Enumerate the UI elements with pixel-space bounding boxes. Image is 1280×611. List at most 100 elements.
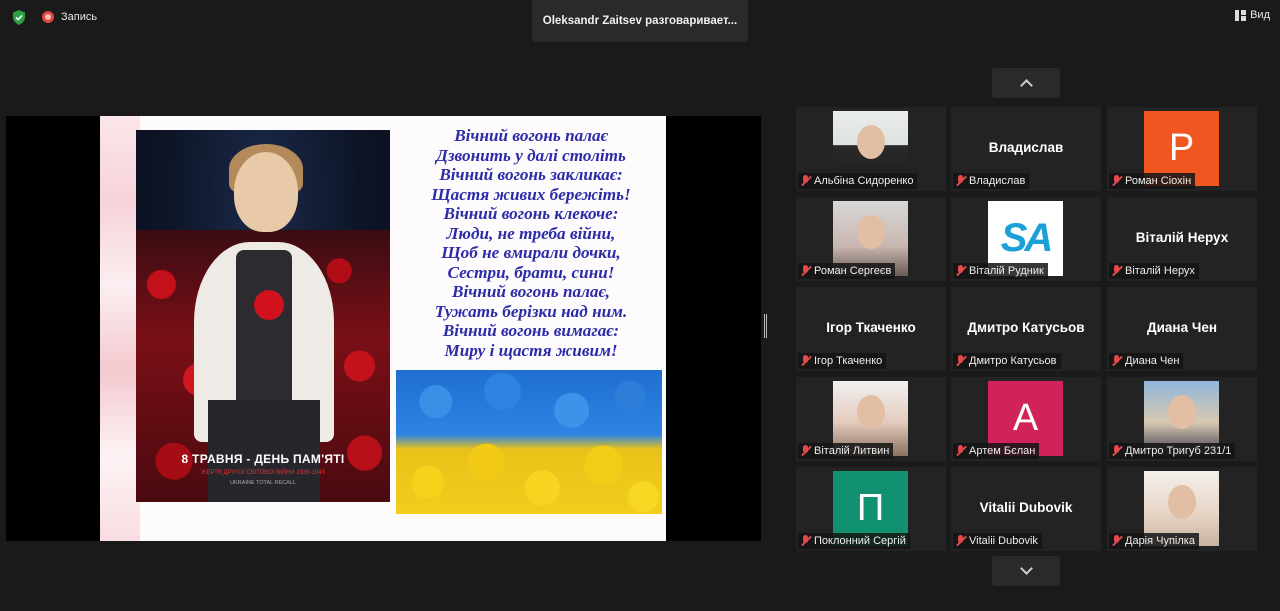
participant-name-label: Диана Чен: [1109, 353, 1184, 369]
participant-face: [857, 125, 885, 159]
gallery-scroll-down-button[interactable]: [992, 556, 1060, 586]
participant-tile[interactable]: A Артем Бєлан: [951, 377, 1101, 461]
petal-decoration: [100, 116, 140, 541]
muted-mic-icon: [1111, 265, 1122, 277]
participant-name-label: Роман Сергеєв: [798, 263, 896, 279]
participant-name: Поклонний Сергій: [814, 535, 906, 547]
participant-name: Віталій Рудник: [969, 265, 1044, 277]
participant-name: Ігор Ткаченко: [814, 355, 883, 367]
participant-name: Vitalii Dubovik: [969, 535, 1038, 547]
participant-tile[interactable]: Альбіна Сидоренко: [796, 107, 946, 191]
chevron-up-icon: [1019, 79, 1033, 92]
participant-name: Дарія Чупілка: [1125, 535, 1195, 547]
photo-credit: UKRAINE TOTAL RECALL: [230, 480, 296, 486]
participant-face: [1168, 485, 1196, 519]
participant-name-label: Владислав: [953, 173, 1030, 189]
muted-mic-icon: [955, 355, 966, 367]
muted-mic-icon: [800, 175, 811, 187]
participant-name-label: Дмитро Тригуб 231/1: [1109, 443, 1236, 459]
participant-display-name: Диана Чен: [1147, 320, 1217, 335]
participant-name-label: Ігор Ткаченко: [798, 353, 887, 369]
participant-tile[interactable]: P Роман Сіохін: [1107, 107, 1257, 191]
participant-name: Віталій Нерух: [1125, 265, 1195, 277]
poem-text: Вічний вогонь палає Дзвонить у далі стол…: [402, 126, 660, 360]
participant-tile[interactable]: SA Віталій Рудник: [951, 197, 1101, 281]
participant-name-label: Артем Бєлан: [953, 443, 1040, 459]
chevron-down-icon: [1019, 562, 1033, 575]
shield-icon[interactable]: [12, 10, 26, 25]
participant-tile[interactable]: П Поклонний Сергій: [796, 467, 946, 551]
flag-flowers-image: [396, 370, 662, 514]
muted-mic-icon: [1111, 355, 1122, 367]
participant-name: Роман Сіохін: [1125, 175, 1192, 187]
participant-name-label: Роман Сіохін: [1109, 173, 1196, 189]
participant-face: [857, 215, 885, 249]
poem-line: Вічний вогонь палає,: [452, 282, 610, 301]
participant-tile[interactable]: Дмитро Катусьов Дмитро Катусьов: [951, 287, 1101, 371]
participant-tile[interactable]: Vitalii Dubovik Vitalii Dubovik: [951, 467, 1101, 551]
participant-display-name: Vitalii Dubovik: [979, 500, 1073, 515]
participant-name-label: Дмитро Катусьов: [953, 353, 1061, 369]
participant-display-name: Владислав: [988, 140, 1064, 155]
participant-display-name: Ігор Ткаченко: [826, 320, 916, 335]
participant-name: Дмитро Катусьов: [969, 355, 1057, 367]
participant-name: Віталій Литвин: [814, 445, 890, 457]
recording-label: Запись: [61, 11, 98, 23]
participant-tile[interactable]: Віталій Литвин: [796, 377, 946, 461]
muted-mic-icon: [955, 175, 966, 187]
photo-subcaption: ЖЕРТВ ДРУГОЇ СВІТОВОЇ ВІЙНИ 1939-1945: [200, 470, 326, 476]
poem-line: Дзвонить у далі століть: [436, 145, 626, 165]
record-icon: [42, 11, 54, 23]
poem-line: Миру і щастя живим!: [444, 340, 618, 360]
grid-view-icon: [1235, 9, 1247, 21]
participant-display-name: Віталій Нерух: [1135, 230, 1229, 245]
poem-line: Вічний вогонь вимагає:: [442, 321, 620, 340]
meeting-top-bar: Запись Oleksandr Zaitsev разговаривает..…: [0, 0, 1280, 42]
panel-splitter-handle[interactable]: [764, 314, 767, 338]
participant-name: Артем Бєлан: [969, 445, 1036, 457]
participant-tile[interactable]: Ігор Ткаченко Ігор Ткаченко: [796, 287, 946, 371]
poem-line: Вічний вогонь палає: [454, 126, 608, 145]
recording-indicator[interactable]: Запись: [42, 11, 97, 23]
participant-name-label: Віталій Рудник: [953, 263, 1048, 279]
view-label: Вид: [1250, 9, 1270, 21]
participant-tile[interactable]: Дмитро Тригуб 231/1: [1107, 377, 1257, 461]
muted-mic-icon: [955, 535, 966, 547]
muted-mic-icon: [800, 265, 811, 277]
active-speaker-banner: Oleksandr Zaitsev разговаривает...: [532, 0, 748, 42]
shared-screen[interactable]: 8 ТРАВНЯ - ДЕНЬ ПАМ'ЯТІ ЖЕРТВ ДРУГОЇ СВІ…: [6, 116, 761, 541]
participant-name: Дмитро Тригуб 231/1: [1125, 445, 1232, 457]
muted-mic-icon: [1111, 445, 1122, 457]
participant-name: Диана Чен: [1125, 355, 1180, 367]
poem-line: Вічний вогонь закликає:: [439, 165, 623, 184]
poem-line: Щоб не вмирали дочки,: [441, 243, 621, 262]
muted-mic-icon: [1111, 175, 1122, 187]
muted-mic-icon: [955, 445, 966, 457]
participant-name-label: Vitalii Dubovik: [953, 533, 1042, 549]
memorial-photo: 8 ТРАВНЯ - ДЕНЬ ПАМ'ЯТІ ЖЕРТВ ДРУГОЇ СВІ…: [136, 130, 390, 502]
presentation-slide: 8 ТРАВНЯ - ДЕНЬ ПАМ'ЯТІ ЖЕРТВ ДРУГОЇ СВІ…: [100, 116, 666, 541]
view-button[interactable]: Вид: [1235, 9, 1270, 21]
gallery-scroll-up-button[interactable]: [992, 68, 1060, 98]
muted-mic-icon: [800, 445, 811, 457]
poem-line: Тужать берізки над ним.: [434, 301, 628, 321]
participant-tile[interactable]: Дарія Чупілка: [1107, 467, 1257, 551]
participant-tile[interactable]: Диана Чен Диана Чен: [1107, 287, 1257, 371]
participant-name: Альбіна Сидоренко: [814, 175, 914, 187]
participant-tile[interactable]: Владислав Владислав: [951, 107, 1101, 191]
participant-face: [857, 395, 885, 429]
muted-mic-icon: [800, 535, 811, 547]
participant-name-label: Віталій Литвин: [798, 443, 894, 459]
participant-name: Роман Сергеєв: [814, 265, 892, 277]
participant-tile[interactable]: Віталій Нерух Віталій Нерух: [1107, 197, 1257, 281]
poem-line: Щастя живих бережіть!: [431, 184, 631, 204]
participant-name-label: Поклонний Сергій: [798, 533, 910, 549]
participant-name-label: Альбіна Сидоренко: [798, 173, 918, 189]
muted-mic-icon: [1111, 535, 1122, 547]
muted-mic-icon: [800, 355, 811, 367]
participant-name-label: Дарія Чупілка: [1109, 533, 1199, 549]
muted-mic-icon: [955, 265, 966, 277]
avatar-logo-text: SA: [1000, 216, 1054, 260]
participant-tile[interactable]: Роман Сергеєв: [796, 197, 946, 281]
photo-caption: 8 ТРАВНЯ - ДЕНЬ ПАМ'ЯТІ: [181, 452, 345, 466]
